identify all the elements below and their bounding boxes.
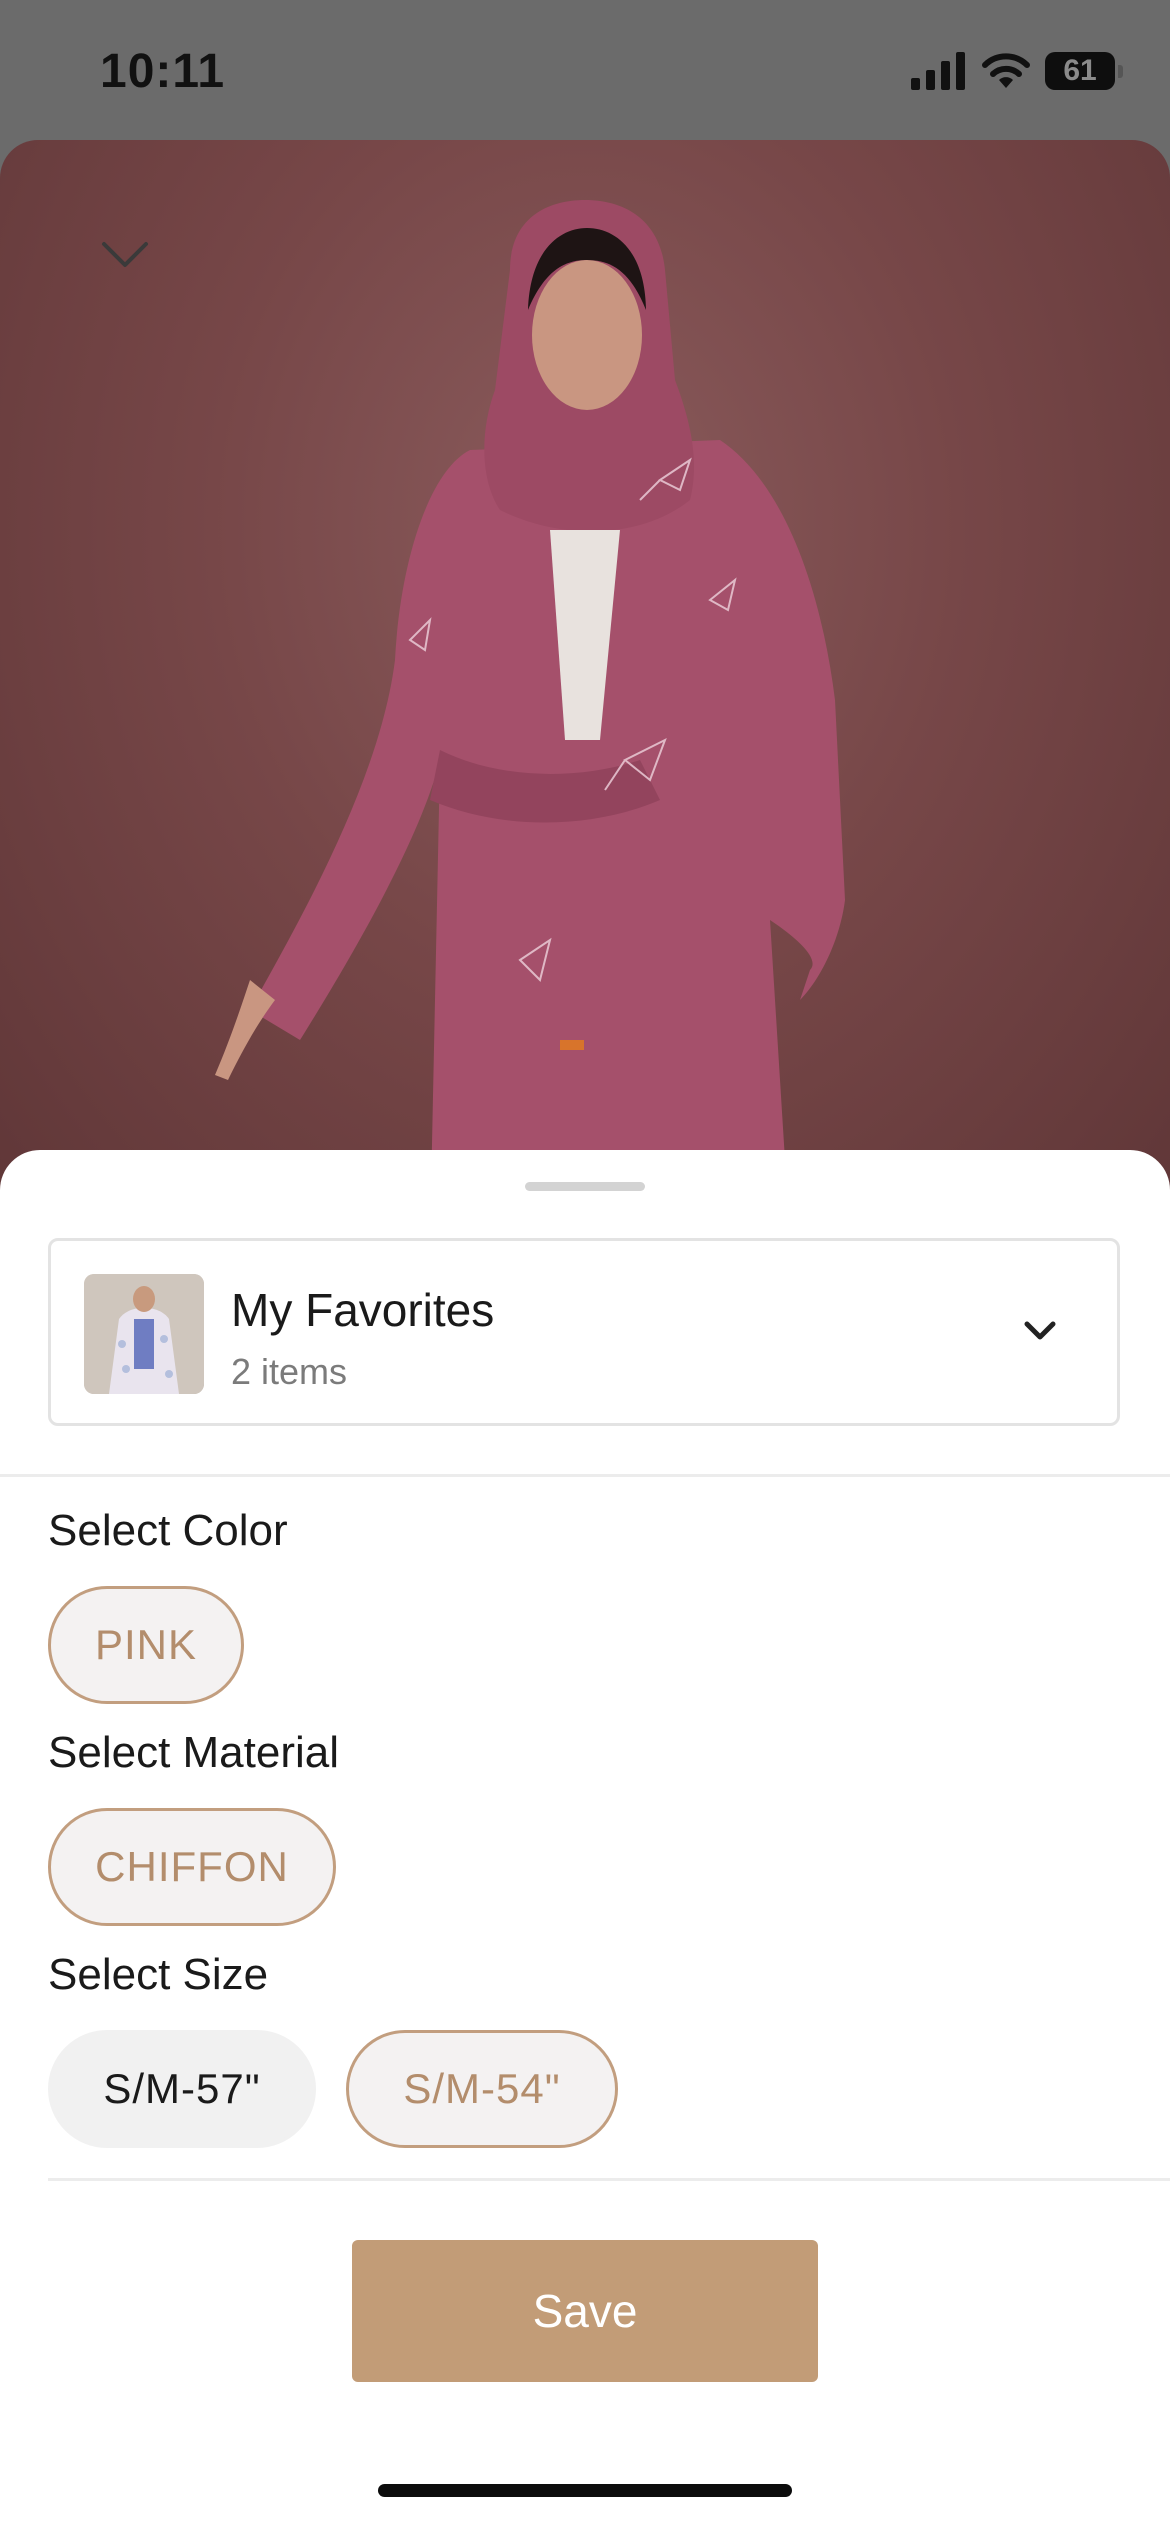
battery-level: 61	[1063, 54, 1097, 87]
divider	[48, 2178, 1170, 2181]
product-photo	[215, 200, 845, 1240]
collapse-chevron-icon[interactable]	[100, 240, 150, 270]
screen: 10:11 61 My Favorites 2 items Select Col…	[0, 0, 1170, 2532]
product-image	[0, 140, 1170, 1240]
favorites-list-selector[interactable]: My Favorites 2 items	[48, 1238, 1120, 1426]
sheet-drag-handle[interactable]	[525, 1182, 645, 1191]
list-item-count: 2 items	[231, 1351, 348, 1392]
bottom-sheet: My Favorites 2 items Select Color PINK S…	[0, 1150, 1170, 2532]
status-bar: 10:11 61	[0, 0, 1170, 140]
battery-icon: 61	[1045, 52, 1123, 90]
status-icons: 61	[911, 52, 1123, 90]
list-thumbnail-image	[84, 1274, 204, 1394]
divider	[0, 1474, 1170, 1477]
material-option-chiffon[interactable]: CHIFFON	[48, 1808, 336, 1926]
save-button[interactable]: Save	[352, 2240, 818, 2382]
home-indicator	[378, 2484, 792, 2497]
select-size-label: Select Size	[48, 1950, 269, 1999]
status-time: 10:11	[100, 45, 226, 98]
chevron-down-icon[interactable]	[1023, 1319, 1057, 1343]
size-option-sm-54[interactable]: S/M-54"	[346, 2030, 618, 2148]
select-material-label: Select Material	[48, 1728, 340, 1777]
select-color-label: Select Color	[48, 1506, 288, 1555]
list-name: My Favorites	[231, 1284, 495, 1336]
wifi-icon	[982, 53, 1030, 88]
cellular-signal-icon	[911, 52, 965, 90]
list-thumbnail	[84, 1274, 204, 1394]
color-option-pink[interactable]: PINK	[48, 1586, 244, 1704]
size-option-sm-57[interactable]: S/M-57"	[48, 2030, 316, 2148]
